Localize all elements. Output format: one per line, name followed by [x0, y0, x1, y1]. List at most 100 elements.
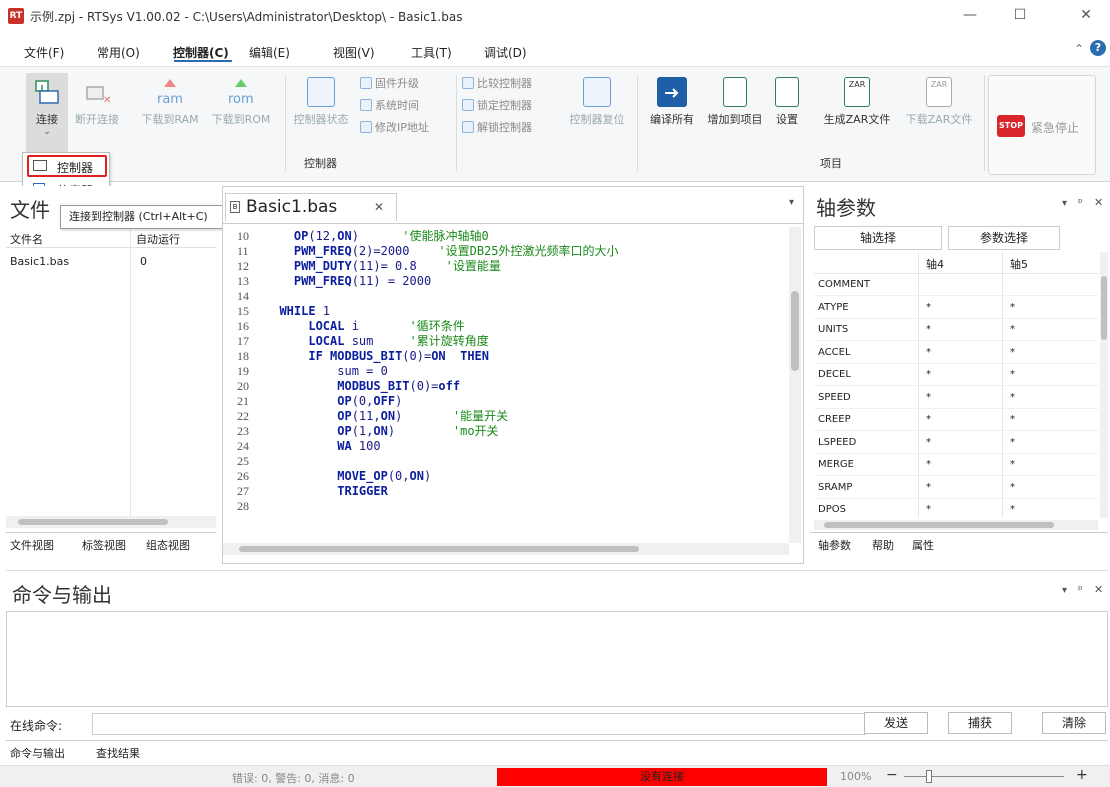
- param-value: *: [1010, 301, 1015, 313]
- panel-dropdown-icon[interactable]: ▾: [1062, 585, 1067, 596]
- unlock-controller-button[interactable]: 解锁控制器: [462, 119, 532, 137]
- tab-config-view[interactable]: 组态视图: [146, 537, 190, 553]
- param-value: *: [1010, 346, 1015, 358]
- code-area[interactable]: 10 OP(12,ON) '使能脉冲轴轴0 11 PWM_FREQ(2)=2000…: [223, 227, 789, 543]
- param-value: *: [926, 436, 931, 448]
- menu-file[interactable]: 文件(F): [24, 44, 64, 61]
- menu-controller[interactable]: 控制器(C): [173, 44, 229, 61]
- column-header-filename[interactable]: 文件名: [10, 231, 43, 247]
- controller-status-button[interactable]: 控制器状态: [290, 77, 352, 127]
- table-row[interactable]: LSPEED * *: [814, 432, 1098, 454]
- compile-all-button[interactable]: 编译所有: [644, 77, 700, 127]
- table-row[interactable]: ACCEL * *: [814, 342, 1098, 364]
- tab-help[interactable]: 帮助: [872, 537, 894, 553]
- clock-icon: [360, 99, 372, 111]
- menu-tools[interactable]: 工具(T): [411, 44, 452, 61]
- table-row[interactable]: ATYPE * *: [814, 297, 1098, 319]
- download-rom-button[interactable]: rom 下载到ROM: [206, 77, 276, 127]
- editor-vertical-scrollbar[interactable]: [789, 227, 801, 543]
- online-command-input[interactable]: [92, 713, 866, 735]
- scrollbar-thumb[interactable]: [791, 291, 799, 371]
- controller-reset-button[interactable]: 控制器复位: [562, 77, 632, 127]
- param-select-button[interactable]: 参数选择: [948, 226, 1060, 250]
- tab-properties[interactable]: 属性: [912, 537, 934, 553]
- code-text: OP(0,OFF): [337, 394, 403, 408]
- maximize-button[interactable]: ☐: [1000, 4, 1040, 28]
- disconnect-icon: ✕: [83, 77, 111, 107]
- modify-ip-label: 修改IP地址: [375, 121, 429, 134]
- param-name: ATYPE: [818, 301, 849, 313]
- axis-horizontal-scrollbar[interactable]: [814, 520, 1098, 530]
- lock-controller-button[interactable]: 锁定控制器: [462, 97, 532, 115]
- tab-list-dropdown-icon[interactable]: ▾: [789, 197, 794, 208]
- connection-status: 没有连接: [497, 768, 827, 786]
- editor-horizontal-scrollbar[interactable]: [223, 543, 789, 555]
- axis-select-button[interactable]: 轴选择: [814, 226, 942, 250]
- menu-view[interactable]: 视图(V): [333, 44, 375, 61]
- pin-icon[interactable]: ᵖ: [1078, 196, 1083, 209]
- tab-label-view[interactable]: 标签视图: [82, 537, 126, 553]
- close-button[interactable]: ✕: [1066, 4, 1106, 28]
- firmware-upgrade-button[interactable]: 固件升级: [360, 75, 419, 93]
- controller-reset-label: 控制器复位: [569, 113, 625, 126]
- send-button[interactable]: 发送: [864, 712, 928, 734]
- close-panel-icon[interactable]: ✕: [1094, 196, 1103, 209]
- add-to-project-button[interactable]: 增加到项目: [702, 77, 768, 127]
- param-value: *: [926, 504, 931, 515]
- download-ram-button[interactable]: ram 下载到RAM: [136, 77, 204, 127]
- connect-button[interactable]: 连接 ⌄: [26, 77, 68, 137]
- settings-button[interactable]: 设置: [772, 77, 802, 127]
- tab-find-results[interactable]: 查找结果: [96, 745, 140, 761]
- disconnect-button[interactable]: ✕ 断开连接: [70, 77, 124, 127]
- table-row[interactable]: SRAMP * *: [814, 477, 1098, 499]
- collapse-ribbon-icon[interactable]: ⌃: [1074, 42, 1084, 56]
- clear-button[interactable]: 清除: [1042, 712, 1106, 734]
- compare-controller-button[interactable]: 比较控制器: [462, 75, 532, 93]
- table-row[interactable]: DECEL * *: [814, 364, 1098, 386]
- line-number: 10: [237, 229, 249, 243]
- capture-button[interactable]: 捕获: [948, 712, 1012, 734]
- help-icon[interactable]: ?: [1090, 40, 1106, 56]
- table-row[interactable]: DPOS * *: [814, 499, 1098, 521]
- column-header-axis5[interactable]: 轴5: [1010, 256, 1028, 272]
- zoom-in-button[interactable]: +: [1076, 767, 1088, 783]
- connect-dropdown-icon[interactable]: ⌄: [26, 127, 68, 137]
- scrollbar-thumb[interactable]: [824, 522, 1054, 528]
- table-row[interactable]: Basic1.bas 0: [6, 252, 216, 272]
- tab-axis-params[interactable]: 轴参数: [818, 537, 851, 553]
- minimize-button[interactable]: —: [950, 4, 990, 28]
- menu-edit[interactable]: 编辑(E): [249, 44, 290, 61]
- scrollbar-thumb[interactable]: [239, 546, 639, 552]
- table-row[interactable]: MERGE * *: [814, 454, 1098, 476]
- generate-zar-button[interactable]: ZAR 生成ZAR文件: [818, 77, 896, 127]
- system-time-button[interactable]: 系统时间: [360, 97, 419, 115]
- close-tab-icon[interactable]: ✕: [374, 200, 384, 214]
- scrollbar-thumb[interactable]: [1101, 276, 1107, 340]
- tab-command-output[interactable]: 命令与输出: [10, 745, 65, 761]
- output-text-area[interactable]: [6, 611, 1108, 707]
- column-header-axis4[interactable]: 轴4: [926, 256, 944, 272]
- download-zar-button[interactable]: ZAR 下载ZAR文件: [898, 77, 980, 127]
- editor-tab[interactable]: B Basic1.bas ✕: [225, 193, 397, 221]
- menu-debug[interactable]: 调试(D): [484, 44, 527, 61]
- column-header-autorun[interactable]: 自动运行: [136, 231, 180, 247]
- close-panel-icon[interactable]: ✕: [1094, 583, 1103, 596]
- stop-sign-icon: STOP: [997, 115, 1025, 137]
- pin-icon[interactable]: ᵖ: [1078, 583, 1083, 596]
- zoom-slider-thumb[interactable]: [926, 770, 932, 783]
- tab-file-view[interactable]: 文件视图: [10, 537, 54, 553]
- panel-dropdown-icon[interactable]: ▾: [1062, 198, 1067, 209]
- table-row[interactable]: UNITS * *: [814, 319, 1098, 341]
- emergency-stop-button[interactable]: STOP 紧急停止: [988, 75, 1096, 175]
- table-row[interactable]: COMMENT: [814, 274, 1098, 296]
- scrollbar-thumb[interactable]: [18, 519, 168, 525]
- dropdown-item-controller[interactable]: 控制器: [27, 155, 107, 177]
- table-row[interactable]: SPEED * *: [814, 387, 1098, 409]
- code-text: WHILE 1: [279, 304, 331, 318]
- file-panel-scrollbar[interactable]: [6, 516, 216, 528]
- axis-vertical-scrollbar[interactable]: [1100, 252, 1108, 518]
- modify-ip-button[interactable]: 修改IP地址: [360, 119, 429, 137]
- zoom-out-button[interactable]: −: [886, 767, 898, 783]
- menu-common[interactable]: 常用(O): [97, 44, 140, 61]
- table-row[interactable]: CREEP * *: [814, 409, 1098, 431]
